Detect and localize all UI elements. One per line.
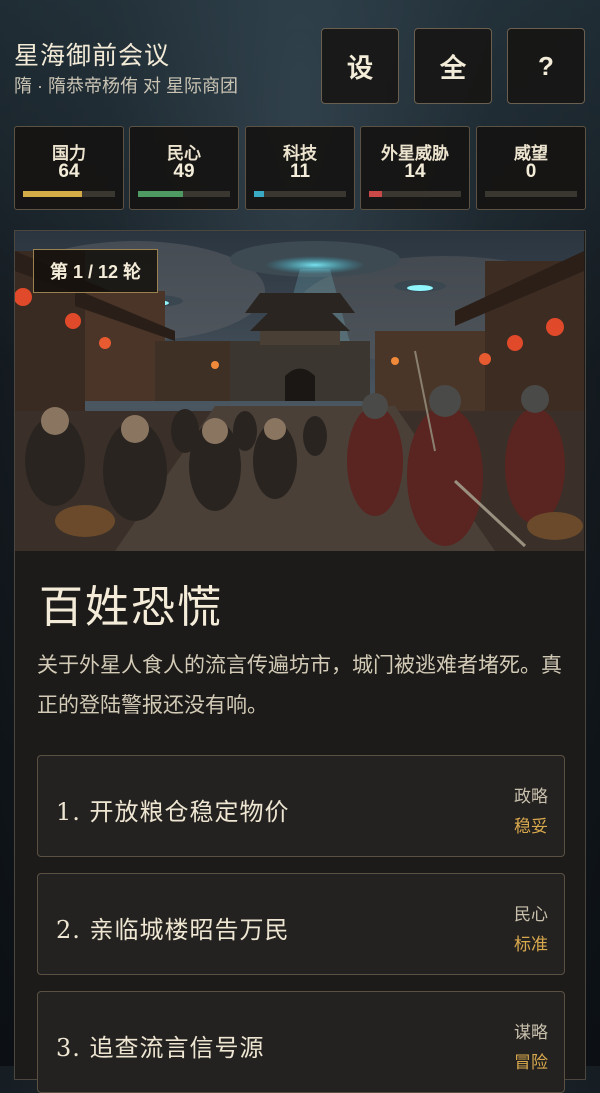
choice-category: 民心 [514,905,548,924]
stat-value: 64 [58,161,80,182]
stats-panel: 国力 64 民心 49 科技 11 外星威胁 14 威望 0 [14,126,586,210]
choice-button-2[interactable]: 2. 亲临城楼昭告万民 民心 标准 [37,873,565,975]
stat-national-power: 国力 64 [14,126,124,210]
stat-value: 49 [173,161,195,182]
stat-public-support: 民心 49 [129,126,239,210]
help-button[interactable]: ? [507,28,585,104]
choice-category: 谋略 [514,1023,548,1042]
round-badge: 第 1 / 12 轮 [33,249,159,293]
stat-bar [138,191,230,197]
choice-risk: 稳妥 [514,817,548,836]
choice-button-1[interactable]: 1. 开放粮仓稳定物价 政略 稳妥 [37,755,565,857]
event-card: 第 1 / 12 轮 百姓恐慌 关于外星人食人的流言传遍坊市，城门被逃难者堵死。… [14,230,586,1093]
stat-bar-fill [23,191,82,197]
choice-risk: 冒险 [514,1053,548,1072]
event-description: 关于外星人食人的流言传遍坊市，城门被逃难者堵死。真正的登陆警报还没有响。 [37,653,562,717]
event-title: 百姓恐慌 [39,582,223,633]
stat-alien-threat: 外星威胁 14 [360,126,470,210]
game-subtitle: 隋 · 隋恭帝杨侑 对 星际商团 [14,76,238,96]
stat-bar-fill [369,191,382,197]
choice-button-3[interactable]: 3. 追查流言信号源 谋略 冒险 [37,991,565,1093]
stat-value: 11 [289,161,311,182]
stat-technology: 科技 11 [245,126,355,210]
stat-prestige: 威望 0 [476,126,586,210]
choice-text: 2. 亲临城楼昭告万民 [56,916,290,944]
settings-button[interactable]: 设 [321,28,399,104]
header: 星海御前会议 隋 · 隋恭帝杨侑 对 星际商团 设 全 ? [0,0,600,118]
fullscreen-button[interactable]: 全 [414,28,492,104]
choice-risk: 标准 [514,935,548,954]
choice-text: 1. 开放粮仓稳定物价 [56,798,290,826]
stat-bar [23,191,115,197]
stat-value: 14 [404,161,426,182]
game-title: 星海御前会议 [14,41,171,70]
stat-bar [254,191,346,197]
choice-category: 政略 [514,787,548,806]
stat-bar-fill [138,191,184,197]
choice-text: 3. 追查流言信号源 [56,1034,265,1062]
stat-bar [369,191,461,197]
event-illustration: 第 1 / 12 轮 [15,231,584,551]
stat-bar [485,191,577,197]
stat-bar-fill [254,191,265,197]
stat-value: 0 [525,161,537,182]
